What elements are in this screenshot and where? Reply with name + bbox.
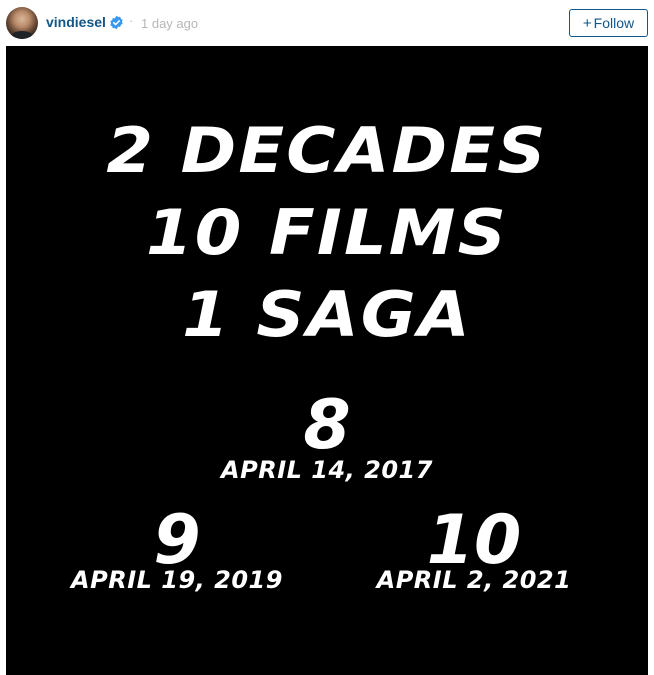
- separator-dot: ·: [129, 13, 134, 28]
- username-link[interactable]: vindiesel: [46, 14, 106, 30]
- headline-line-1: 2 DECADES: [106, 114, 548, 187]
- film-10-date: APRIL 2, 2021: [376, 566, 572, 594]
- follow-label: Follow: [593, 15, 635, 31]
- post-header: vindiesel · 1 day ago + Follow: [0, 0, 654, 46]
- headline-line-2: 10 FILMS: [146, 196, 508, 269]
- verified-badge-icon: [110, 15, 123, 30]
- follow-button[interactable]: + Follow: [569, 9, 648, 37]
- post-image[interactable]: 2 DECADES 10 FILMS 1 SAGA 8 APRIL 14, 20…: [6, 46, 648, 675]
- headline-line-3: 1 SAGA: [182, 278, 472, 351]
- film-8-number: 8: [303, 386, 351, 465]
- film-8-date: APRIL 14, 2017: [221, 456, 433, 484]
- film-9-date: APRIL 19, 2019: [71, 566, 283, 594]
- plus-icon: +: [582, 14, 592, 32]
- avatar[interactable]: [6, 7, 38, 39]
- post-timestamp[interactable]: 1 day ago: [141, 16, 198, 31]
